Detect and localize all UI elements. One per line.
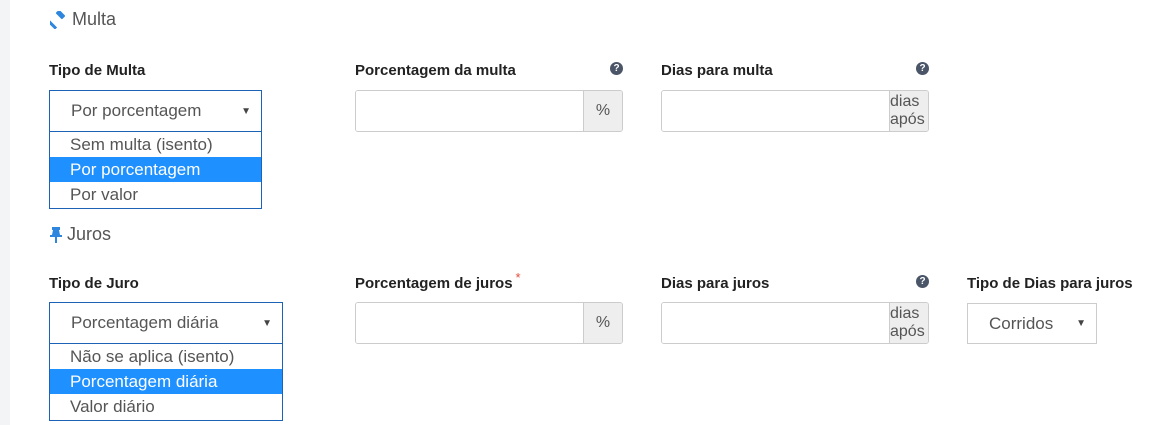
dropdown-option[interactable]: Valor diário (50, 394, 282, 419)
tipo-dias-juros-selected: Corridos (989, 313, 1054, 333)
porcentagem-multa-input[interactable] (356, 91, 583, 131)
dropdown-option-selected[interactable]: Porcentagem diária (50, 369, 282, 394)
thumbtack-icon (49, 226, 63, 244)
porcentagem-juros-label-text: Porcentagem de juros (355, 275, 513, 292)
dropdown-option[interactable]: Não se aplica (isento) (50, 344, 282, 369)
dropdown-option[interactable]: Por valor (50, 182, 261, 207)
chevron-down-icon: ▼ (1076, 318, 1086, 329)
tipo-juro-select[interactable]: Porcentagem diária ▼ (49, 302, 283, 344)
multa-section-title: Multa (50, 9, 116, 30)
tipo-juro-selected: Porcentagem diária (71, 313, 219, 332)
percent-addon: % (583, 91, 622, 131)
chevron-down-icon: ▼ (241, 105, 251, 117)
dropdown-option[interactable]: Sem multa (isento) (50, 132, 261, 157)
porcentagem-multa-group: % (355, 90, 623, 132)
porcentagem-juros-input[interactable] (356, 303, 583, 343)
chevron-down-icon: ▼ (262, 317, 272, 329)
tipo-multa-label: Tipo de Multa (49, 62, 146, 79)
porcentagem-multa-label: Porcentagem da multa (355, 62, 516, 79)
dropdown-option-selected[interactable]: Por porcentagem (50, 157, 261, 182)
help-icon[interactable]: ? (916, 275, 929, 288)
tipo-multa-select[interactable]: Por porcentagem ▼ (49, 90, 262, 132)
dias-juros-group: dias após (661, 302, 929, 344)
help-icon[interactable]: ? (916, 62, 929, 75)
left-rail (0, 0, 10, 425)
gavel-icon (50, 10, 68, 29)
dias-apos-addon: dias após (889, 91, 928, 131)
tipo-dias-juros-select[interactable]: Corridos ▼ (967, 303, 1097, 344)
dias-juros-label: Dias para juros (661, 275, 770, 292)
tipo-dias-juros-label: Tipo de Dias para juros (967, 275, 1133, 292)
dias-juros-input[interactable] (662, 303, 889, 343)
dias-multa-group: dias após (661, 90, 929, 132)
juros-section-label: Juros (67, 224, 112, 244)
dias-multa-input[interactable] (662, 91, 889, 131)
porcentagem-juros-label: Porcentagem de juros * (355, 270, 521, 292)
dias-apos-addon: dias após (889, 303, 928, 343)
tipo-juro-dropdown: Não se aplica (isento) Porcentagem diári… (49, 344, 283, 421)
tipo-multa-selected: Por porcentagem (71, 101, 202, 120)
required-mark: * (515, 270, 521, 285)
juros-section-title: Juros (49, 224, 111, 245)
tipo-juro-label: Tipo de Juro (49, 275, 139, 292)
multa-section-label: Multa (72, 9, 117, 29)
percent-addon: % (583, 303, 622, 343)
help-icon[interactable]: ? (610, 62, 623, 75)
porcentagem-juros-group: % (355, 302, 623, 344)
dias-multa-label: Dias para multa (661, 62, 773, 79)
tipo-multa-dropdown: Sem multa (isento) Por porcentagem Por v… (49, 132, 262, 209)
